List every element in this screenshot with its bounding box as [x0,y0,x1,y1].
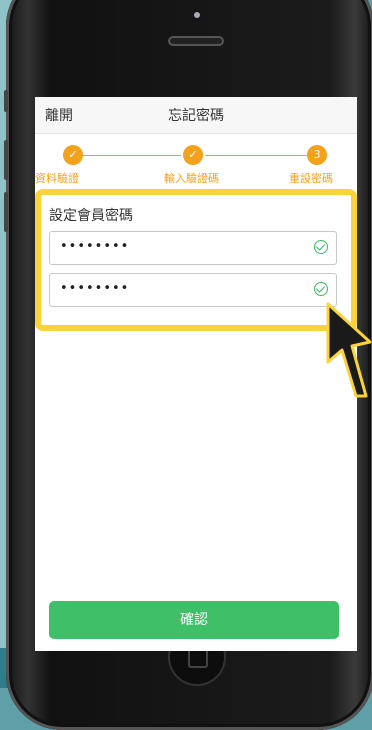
camera-icon [194,12,200,18]
step-connector [73,155,181,156]
step-2-label: 輸入驗證碼 [164,172,219,185]
check-circle-icon [314,240,328,254]
confirm-password-value: •••••••• [60,281,130,296]
volume-down-button [4,192,8,232]
confirm-password-field[interactable]: •••••••• [49,273,337,307]
app-screen: 離開 忘記密碼 ✓ ✓ 3 資料驗證 輸入驗證碼 重設密碼 設定會員密碼 •••… [35,97,357,651]
top-bar: 離開 忘記密碼 [35,97,357,134]
confirm-button[interactable]: 確認 [49,601,339,639]
progress-steps: ✓ ✓ 3 資料驗證 輸入驗證碼 重設密碼 [35,143,357,185]
pointer-cursor-icon [326,302,372,398]
mute-switch [4,90,8,112]
step-3-label: 重設密碼 [289,172,333,185]
step-1-check-icon: ✓ [63,145,83,165]
password-field[interactable]: •••••••• [49,231,337,265]
step-1-label: 資料驗證 [35,172,79,185]
password-value: •••••••• [60,239,130,254]
step-3-number: 3 [307,145,327,165]
section-title: 設定會員密碼 [49,208,133,224]
step-connector [205,155,307,156]
volume-up-button [4,140,8,180]
page-title: 忘記密碼 [168,108,224,124]
speaker-grille [168,36,224,46]
check-circle-icon [314,282,328,296]
step-2-check-icon: ✓ [183,145,203,165]
